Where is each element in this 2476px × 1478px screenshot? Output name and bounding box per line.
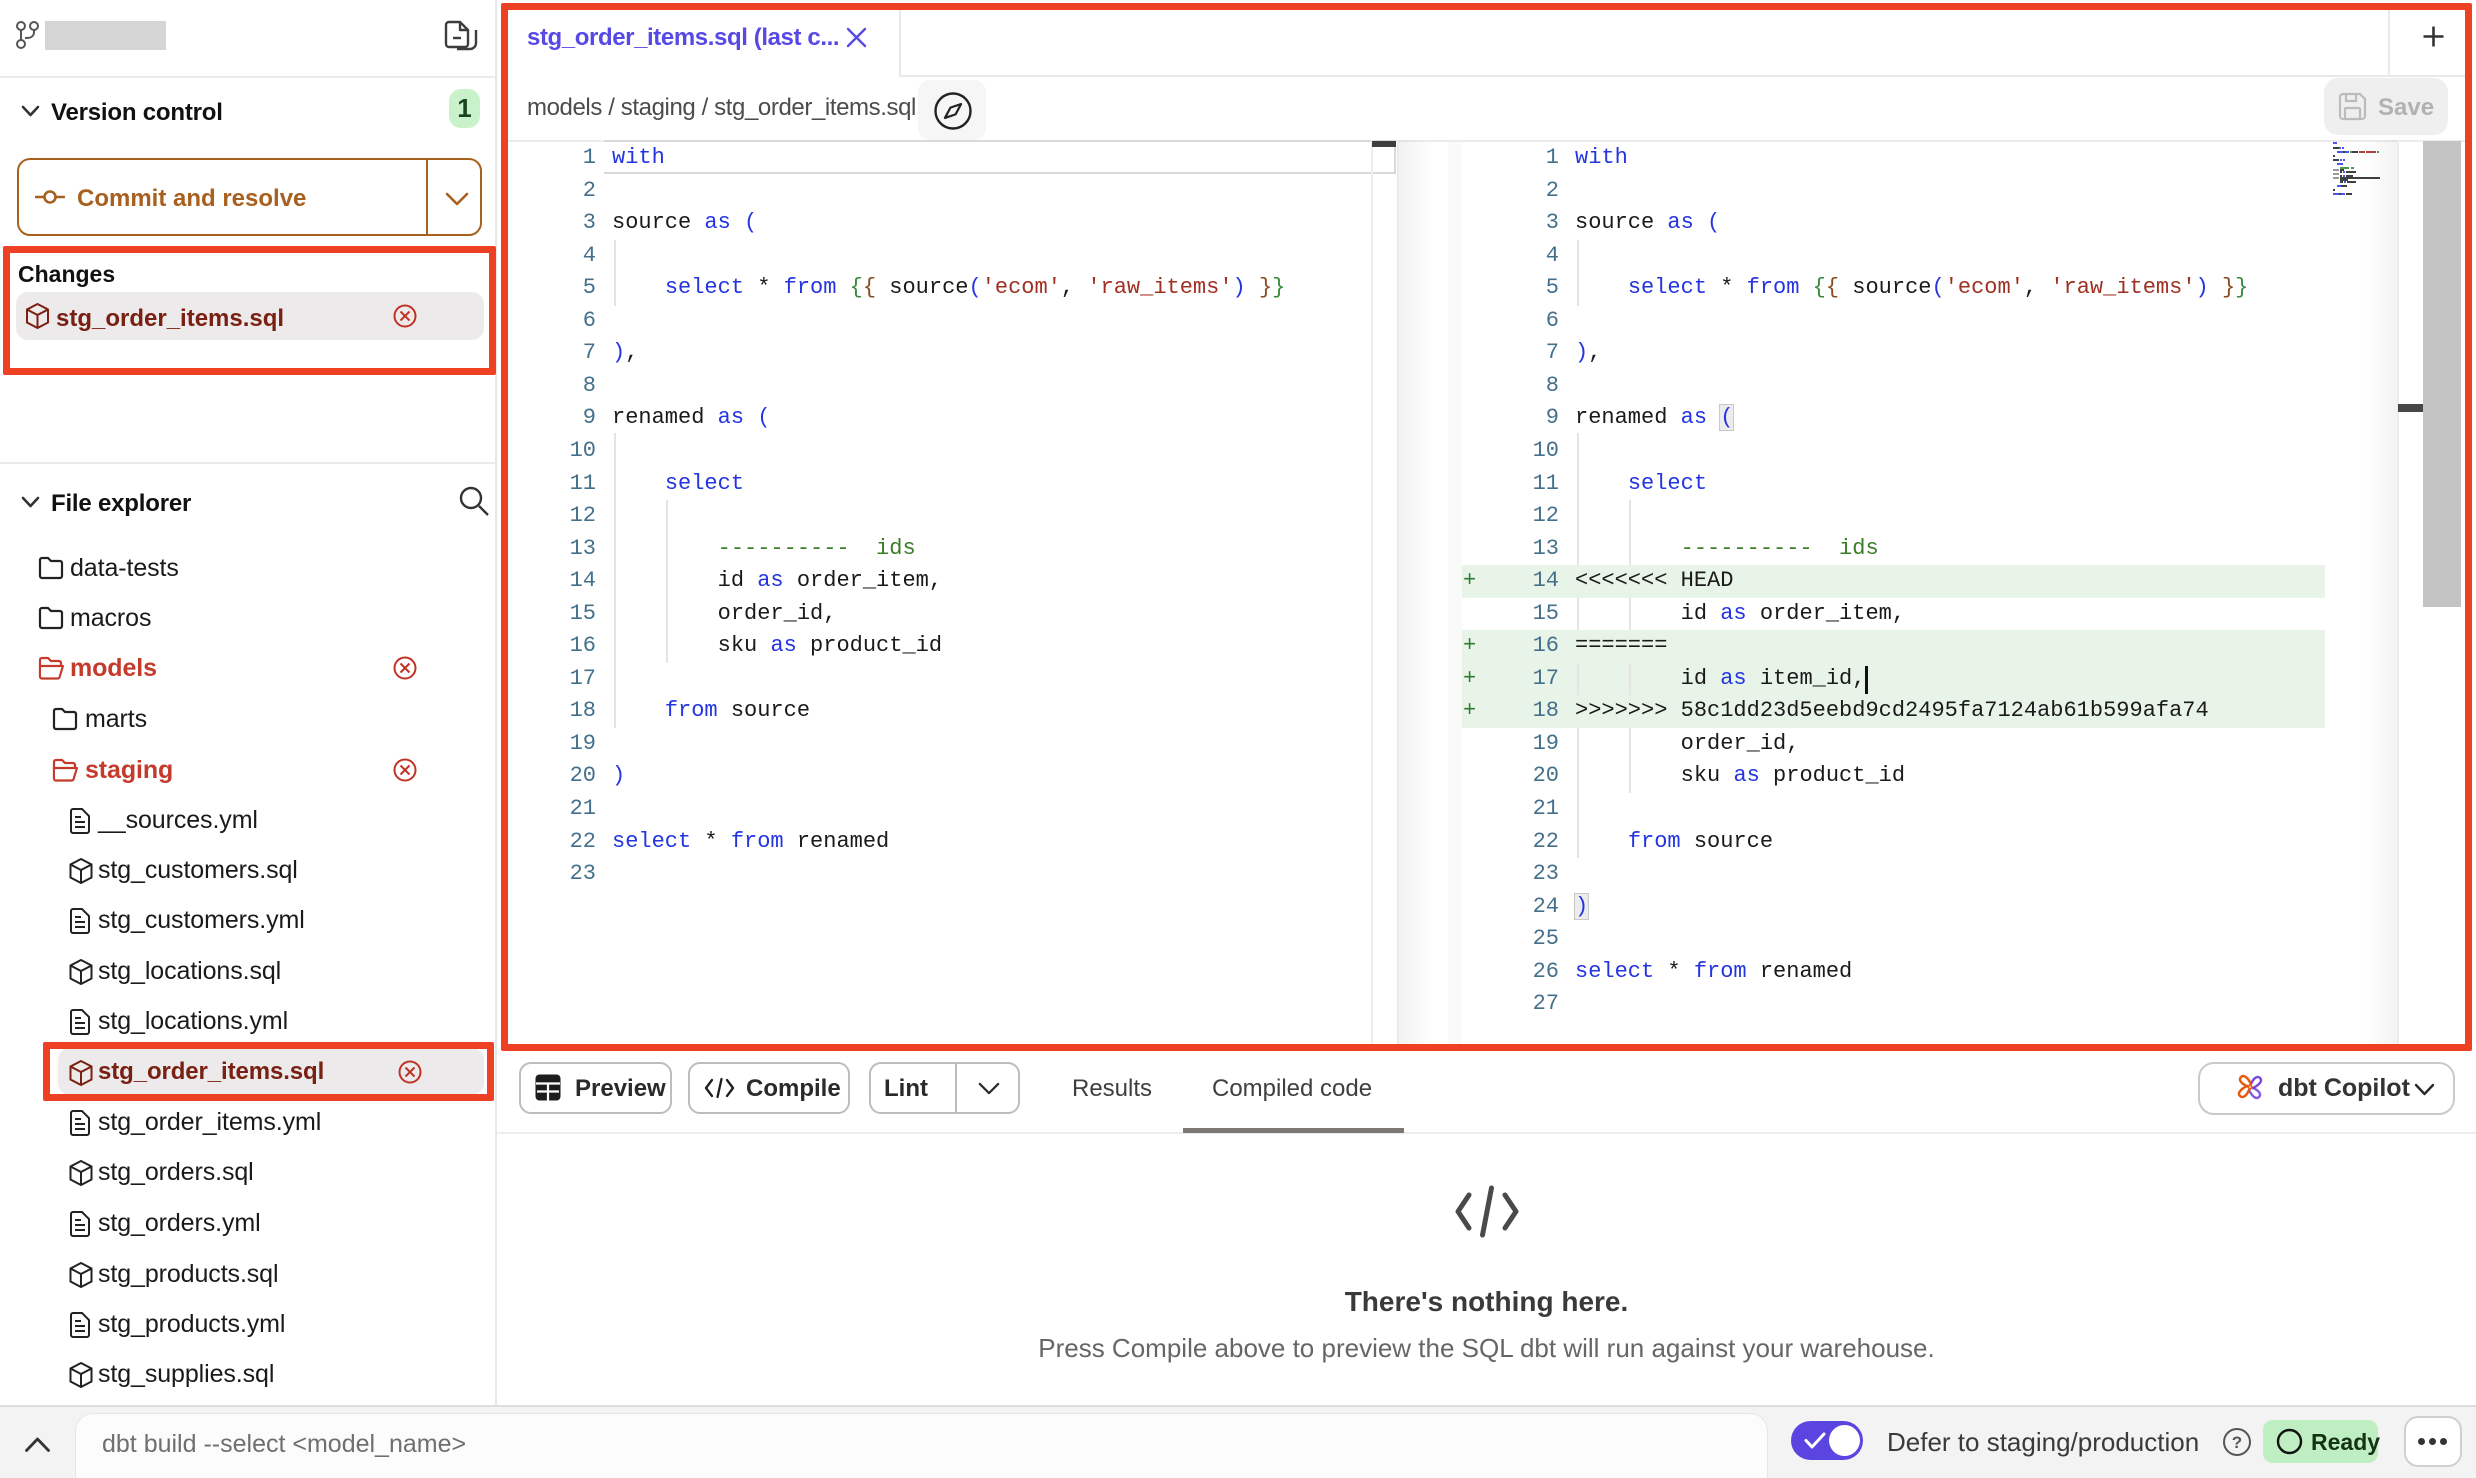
svg-text:?: ?	[2232, 1433, 2242, 1452]
